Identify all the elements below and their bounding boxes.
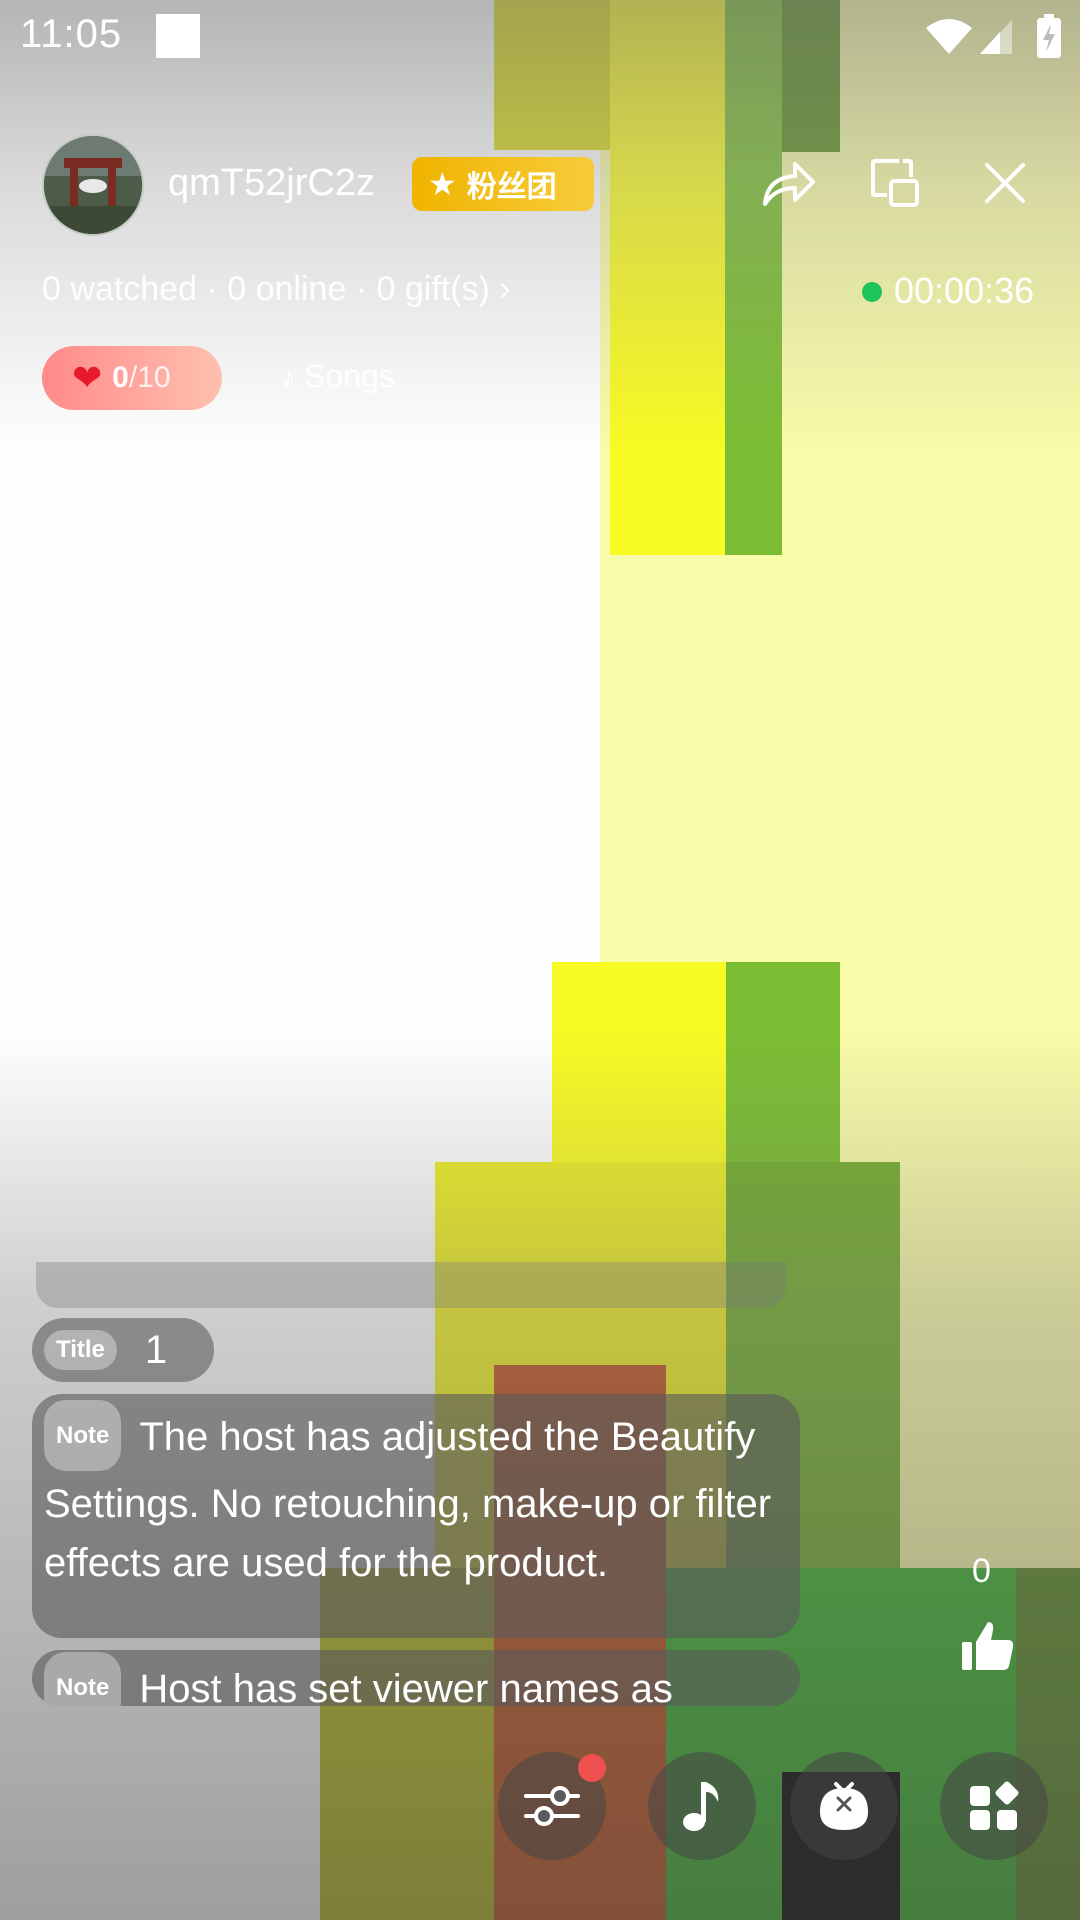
title-tag: Title	[44, 1330, 117, 1370]
battery-icon	[1037, 14, 1061, 58]
live-indicator-dot	[862, 282, 882, 302]
title-value: 1	[144, 1327, 168, 1372]
songs-label: Songs	[304, 358, 395, 394]
fan-badge-label: 粉丝团	[466, 171, 557, 204]
chat-message-text: The host has adjusted the Beautify Setti…	[44, 1415, 772, 1585]
scene-block	[610, 0, 725, 555]
note-tag: Note	[44, 1400, 122, 1471]
scene-block	[1016, 1568, 1080, 1920]
chat-message: Note Host has set viewer names as	[32, 1650, 800, 1706]
thumbs-up-icon[interactable]	[960, 1618, 1016, 1674]
chat-message-faded	[36, 1262, 786, 1308]
heart-icon: ❤	[72, 357, 103, 398]
fan-star-icon: ★	[428, 166, 457, 202]
wifi-icon	[926, 19, 972, 54]
more-apps-button[interactable]	[940, 1752, 1048, 1860]
avatar[interactable]	[42, 134, 144, 236]
notification-dot	[578, 1754, 606, 1782]
avatar-image	[44, 136, 142, 234]
window-mode-button[interactable]	[864, 152, 926, 214]
close-icon	[985, 163, 1025, 203]
songs-button[interactable]: ♪ Songs	[280, 358, 395, 395]
chat-message: Note The host has adjusted the Beautify S…	[32, 1394, 800, 1638]
window-icon	[871, 159, 919, 207]
shop-bag-button[interactable]	[790, 1752, 898, 1860]
music-note-icon	[683, 1782, 719, 1831]
songs-music-icon: ♪	[280, 358, 296, 394]
notification-icon	[156, 14, 200, 58]
heart-current: 0	[112, 361, 129, 394]
scene-block	[552, 962, 726, 1162]
note-tag: Note	[44, 1652, 122, 1706]
grid-icon	[970, 1781, 1019, 1830]
status-bar: 11:05	[0, 0, 1080, 74]
close-button[interactable]	[974, 152, 1036, 214]
heart-goal-pill[interactable]: ❤ 0 /10	[42, 346, 222, 410]
status-time: 11:05	[20, 12, 123, 56]
title-message: Title 1	[32, 1318, 214, 1382]
bag-icon	[820, 1782, 868, 1830]
chat-message-text: Host has set viewer names as	[139, 1667, 673, 1706]
share-icon	[763, 162, 815, 206]
scene-block	[726, 962, 840, 1162]
music-button[interactable]	[648, 1752, 756, 1860]
heart-total: /10	[128, 361, 171, 394]
host-username[interactable]: qmT52jrC2z	[168, 162, 375, 205]
fan-club-badge[interactable]: ★ 粉丝团	[412, 157, 594, 211]
live-stats[interactable]: 0 watched · 0 online · 0 gift(s) ›	[42, 270, 511, 309]
live-timer: 00:00:36	[894, 270, 1035, 311]
share-button[interactable]	[758, 152, 820, 214]
scene-block	[725, 0, 782, 555]
sliders-icon	[524, 1786, 580, 1826]
like-count: 0	[972, 1552, 991, 1590]
cellular-signal-icon	[980, 20, 1012, 54]
